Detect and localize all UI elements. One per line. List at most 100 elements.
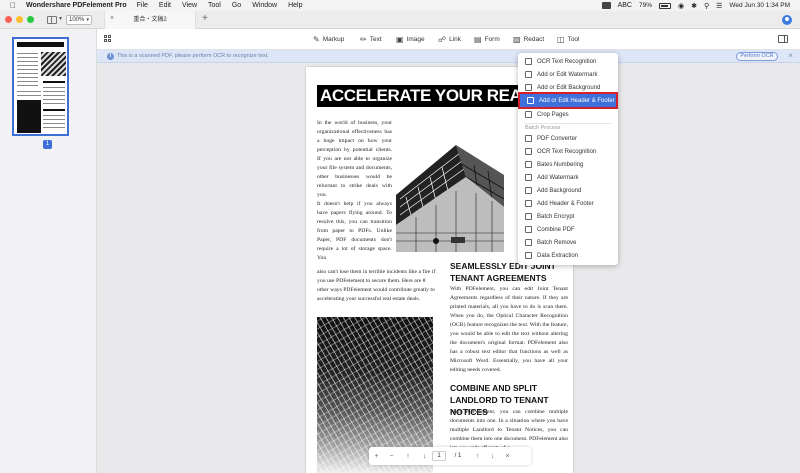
menu-add-edit-watermark[interactable]: Add or Edit Watermark — [518, 68, 618, 81]
tool-label: Tool — [567, 36, 580, 43]
page-navigation-bar: + − ↑ ↓ 1 / 1 ↑ ↓ × — [369, 447, 531, 465]
right-panel-icon[interactable] — [778, 35, 788, 43]
combine-icon — [525, 226, 532, 233]
menu-add-edit-header-footer[interactable]: Add or Edit Header & Footer — [518, 92, 618, 109]
ocr-notice-text: This is a scanned PDF, please perform OC… — [117, 53, 269, 59]
apple-menu-icon[interactable]:  — [10, 0, 18, 11]
menu-batch-ocr[interactable]: OCR Text Recognition — [518, 145, 618, 158]
header-footer-icon — [527, 97, 534, 104]
menu-combine-pdf[interactable]: Combine PDF — [518, 223, 618, 236]
menu-file[interactable]: File — [137, 2, 148, 9]
menu-batch-remove[interactable]: Batch Remove — [518, 236, 618, 249]
markup-label: Markup — [322, 36, 345, 43]
trash-icon — [525, 239, 532, 246]
grid-view-icon[interactable] — [104, 35, 112, 43]
menu-pdf-converter[interactable]: PDF Converter — [518, 132, 618, 145]
document-viewport[interactable]: ACCELERATE YOUR REAL ESTATE In the world… — [97, 63, 800, 473]
thumbnail-image — [41, 52, 66, 76]
menu-add-background[interactable]: Add Background — [518, 184, 618, 197]
menu-batch-encrypt[interactable]: Batch Encrypt — [518, 210, 618, 223]
menu-item-label: Add Watermark — [537, 174, 579, 181]
last-page-icon[interactable]: ↓ — [485, 453, 500, 460]
watermark-icon — [525, 71, 532, 78]
menu-item-label: Bates Numbering — [537, 161, 584, 168]
menu-item-label: Batch Encrypt — [537, 213, 575, 220]
page-thumbnail[interactable] — [12, 37, 69, 136]
user-avatar[interactable] — [782, 15, 792, 25]
status-input-icon[interactable]: ABC — [618, 2, 632, 9]
bates-icon — [525, 161, 532, 168]
paragraph: In the world of business, your organizat… — [317, 120, 392, 198]
link-label: Link — [449, 36, 462, 43]
battery-icon[interactable] — [659, 2, 671, 9]
menu-item-label: OCR Text Recognition — [537, 58, 597, 65]
menu-item-label: OCR Text Recognition — [537, 148, 597, 155]
new-tab-button[interactable]: + — [202, 14, 208, 24]
menu-add-edit-background[interactable]: Add or Edit Background — [518, 81, 618, 94]
menu-crop-pages[interactable]: Crop Pages — [518, 108, 618, 121]
menu-view[interactable]: View — [182, 2, 197, 9]
datetime[interactable]: Wed Jun 30 1:34 PM — [729, 2, 790, 9]
menu-edit[interactable]: Edit — [159, 2, 171, 9]
menu-tool[interactable]: Tool — [208, 2, 221, 9]
form-button[interactable]: ▤ Form — [474, 29, 500, 50]
zoom-in-icon[interactable]: + — [369, 453, 384, 460]
page-input[interactable]: 1 — [432, 451, 446, 461]
menu-go[interactable]: Go — [232, 2, 241, 9]
battery-percent: 79% — [638, 2, 652, 9]
menu-add-header-footer[interactable]: Add Header & Footer — [518, 197, 618, 210]
image-button[interactable]: ▣ Image — [396, 29, 425, 50]
header-footer-icon — [525, 200, 532, 207]
text-button[interactable]: ✏ Text — [360, 29, 382, 50]
tab-bar: ▾ 100% ▾ 重合・文稿2 × + — [0, 11, 800, 29]
main-toolbar: ✎ Markup ✏ Text ▣ Image ☍ Link ▤ Form ▧ … — [0, 29, 800, 50]
menu-ocr-text-recognition[interactable]: OCR Text Recognition — [518, 55, 618, 68]
app-name-menu[interactable]: Wondershare PDFelement Pro — [26, 2, 127, 9]
document-tab[interactable]: 重合・文稿2 — [104, 11, 196, 29]
tool-button[interactable]: ◫ Tool — [557, 29, 580, 50]
sidebar-toggle-icon[interactable] — [47, 16, 57, 24]
previous-page-icon[interactable]: ↓ — [417, 453, 432, 460]
close-icon[interactable]: × — [788, 51, 793, 60]
image-label: Image — [406, 36, 425, 43]
menu-item-label: Add or Edit Background — [537, 84, 601, 91]
crop-icon — [525, 111, 532, 118]
markup-button[interactable]: ✎ Markup — [313, 29, 344, 50]
menu-bates-numbering[interactable]: Bates Numbering — [518, 158, 618, 171]
first-page-icon[interactable]: ↑ — [399, 453, 417, 460]
page-number-badge: 1 — [43, 140, 52, 149]
watermark-icon — [525, 174, 532, 181]
zoom-window-button[interactable] — [27, 16, 34, 23]
redact-button[interactable]: ▧ Redact — [513, 29, 544, 50]
minimize-window-button[interactable] — [16, 16, 23, 23]
form-label: Form — [484, 36, 500, 43]
close-icon[interactable]: × — [500, 453, 515, 460]
status-area: ABC 79% ◉ ✱ ⚲ ☰ Wed Jun 30 1:34 PM — [601, 0, 790, 11]
info-icon: i — [107, 53, 114, 60]
perform-ocr-button[interactable]: Perform OCR — [736, 52, 778, 61]
zoom-out-icon[interactable]: − — [384, 453, 399, 460]
ocr-icon — [525, 58, 532, 65]
status-app-icon[interactable] — [601, 2, 611, 9]
zoom-select[interactable]: 100% ▾ — [66, 15, 92, 25]
tab-close-icon[interactable]: × — [110, 15, 114, 22]
chevron-down-icon[interactable]: ▾ — [59, 15, 62, 22]
menu-data-extraction[interactable]: Data Extraction — [518, 249, 618, 262]
menu-help[interactable]: Help — [288, 2, 302, 9]
menu-item-label: Add Header & Footer — [537, 200, 594, 207]
menu-add-watermark[interactable]: Add Watermark — [518, 171, 618, 184]
menu-item-label: Add or Edit Watermark — [537, 71, 598, 78]
next-page-icon[interactable]: ↑ — [470, 453, 485, 460]
close-window-button[interactable] — [5, 16, 12, 23]
menu-window[interactable]: Window — [252, 2, 277, 9]
zoom-value: 100% — [69, 17, 85, 23]
control-center-icon[interactable]: ☰ — [716, 2, 722, 10]
thumbnail-image — [17, 100, 41, 133]
wifi-icon[interactable]: ◉ — [678, 2, 684, 10]
link-button[interactable]: ☍ Link — [438, 29, 461, 50]
menu-divider — [524, 123, 612, 124]
search-icon[interactable]: ⚲ — [704, 2, 709, 10]
lock-icon — [525, 213, 532, 220]
thumbnail-sidebar: 1 — [0, 29, 97, 473]
bluetooth-icon[interactable]: ✱ — [691, 2, 697, 10]
